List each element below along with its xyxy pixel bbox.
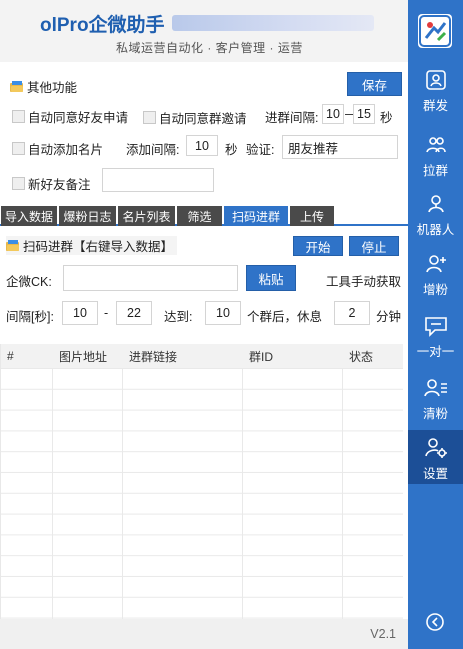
new-friend-note-label: 新好友备注 [28, 178, 91, 192]
auto-accept-friend-checkbox[interactable]: 自动同意好友申请 [12, 107, 128, 126]
sidebar-item-one-on-one[interactable]: 一对一 [408, 308, 463, 368]
sidebar-item-robot[interactable]: 机器人 [408, 186, 463, 246]
col-join-link[interactable]: 进群链接 [123, 344, 243, 368]
blurred-title-area [172, 15, 374, 31]
app-subtitle: 私域运营自动化 · 客户管理 · 运营 [116, 41, 303, 55]
folder-icon [6, 239, 19, 251]
checkbox-box[interactable] [12, 142, 25, 155]
interval-dash: - [104, 306, 109, 320]
sidebar-item-label: 增粉 [422, 283, 448, 297]
rest-unit: 分钟 [376, 310, 402, 324]
rest-input[interactable]: 2 [334, 301, 370, 325]
auto-accept-friend-label: 自动同意好友申请 [28, 111, 129, 125]
join-interval-unit: 秒 [380, 111, 393, 125]
other-features-label: 其他功能 [27, 81, 78, 95]
clean-fans-icon [423, 379, 447, 397]
sidebar-item-settings[interactable]: 设置 [408, 430, 463, 484]
header: olPro企微助手 私域运营自动化 · 客户管理 · 运营 [0, 0, 408, 62]
checkbox-box[interactable] [12, 110, 25, 123]
table-header: # 图片地址 进群链接 群ID 状态 [1, 344, 403, 368]
join-interval-max-input[interactable]: 15 [353, 104, 375, 124]
checkbox-box[interactable] [143, 111, 156, 124]
verify-input[interactable]: 朋友推荐 [282, 135, 398, 159]
sidebar-item-label: 一对一 [416, 345, 455, 359]
add-interval-unit: 秒 [225, 143, 238, 157]
col-status[interactable]: 状态 [343, 344, 403, 368]
reach-label: 达到: [164, 310, 193, 324]
group-send-icon [425, 70, 446, 90]
tab-upload[interactable]: 上传 [290, 206, 334, 226]
sidebar-item-label: 设置 [422, 467, 448, 481]
pull-group-icon [425, 137, 446, 153]
manual-fetch-link[interactable]: 工具手动获取 [326, 271, 401, 290]
stop-button[interactable]: 停止 [349, 236, 399, 256]
tab-import-data[interactable]: 导入数据 [1, 206, 57, 226]
robot-icon [427, 195, 444, 213]
chat-icon [424, 317, 447, 337]
verify-label: 验证: [246, 143, 275, 157]
auto-add-card-label: 自动添加名片 [28, 143, 104, 157]
start-button[interactable]: 开始 [293, 236, 343, 256]
interval-min-input[interactable]: 10 [62, 301, 98, 325]
sidebar-item-group-send[interactable]: 群发 [408, 62, 463, 122]
footer: V2.1 [0, 619, 408, 649]
auto-add-card-checkbox[interactable]: 自动添加名片 [12, 139, 103, 158]
logo-icon [419, 15, 451, 47]
sidebar-item-add-fans[interactable]: 增粉 [408, 246, 463, 306]
auto-accept-group-label: 自动同意群邀请 [159, 112, 247, 126]
main-panel: olPro企微助手 私域运营自动化 · 客户管理 · 运营 其他功能 保存 自动… [0, 0, 408, 649]
version-label: V2.1 [370, 627, 396, 641]
collapse-icon[interactable] [425, 612, 445, 632]
join-interval-label: 进群间隔: [265, 111, 319, 125]
tab-fans-log[interactable]: 爆粉日志 [59, 206, 116, 226]
interval-max-input[interactable]: 22 [116, 301, 152, 325]
add-interval-label: 添加间隔: [126, 143, 180, 157]
tab-filter[interactable]: 筛选 [177, 206, 222, 226]
save-button[interactable]: 保存 [347, 72, 402, 96]
new-friend-note-input[interactable] [102, 168, 214, 192]
table-body[interactable] [1, 368, 403, 619]
tab-card-list[interactable]: 名片列表 [118, 206, 175, 226]
sidebar-item-label: 机器人 [416, 223, 455, 237]
add-interval-input[interactable]: 10 [186, 135, 218, 156]
reach-input[interactable]: 10 [205, 301, 241, 325]
interval-label: 间隔[秒]: [6, 310, 54, 324]
scan-join-title: 扫码进群【右键导入数据】 [6, 236, 178, 255]
sidebar-item-clean-fans[interactable]: 清粉 [408, 370, 463, 430]
sidebar-item-label: 拉群 [422, 164, 448, 178]
sidebar: 群发 拉群 机器人 增粉 一对一 清粉 设置 [408, 0, 463, 649]
ck-label: 企微CK: [6, 275, 52, 289]
tab-scan-join[interactable]: 扫码进群 [224, 206, 288, 226]
settings-icon [424, 438, 447, 458]
sidebar-item-label: 群发 [422, 99, 448, 113]
folder-icon [10, 80, 23, 92]
join-interval-min-input[interactable]: 10 [322, 104, 344, 124]
col-group-id[interactable]: 群ID [243, 344, 343, 368]
paste-button[interactable]: 粘贴 [246, 265, 296, 291]
app-title: olPro企微助手 [40, 15, 165, 36]
col-image-url[interactable]: 图片地址 [53, 344, 123, 368]
tab-bar: 导入数据 爆粉日志 名片列表 筛选 扫码进群 上传 [0, 206, 408, 226]
rest-label: 个群后，休息 [247, 310, 323, 324]
checkbox-box[interactable] [12, 177, 25, 190]
new-friend-note-checkbox[interactable]: 新好友备注 [12, 174, 91, 193]
add-fans-icon [425, 255, 446, 273]
data-table[interactable]: # 图片地址 进群链接 群ID 状态 [0, 344, 403, 619]
auto-accept-group-checkbox[interactable]: 自动同意群邀请 [143, 108, 247, 127]
other-features-title: 其他功能 [10, 77, 77, 96]
ck-input[interactable] [63, 265, 238, 291]
sidebar-item-pull-group[interactable]: 拉群 [408, 127, 463, 187]
col-index[interactable]: # [1, 344, 53, 368]
app-logo [418, 14, 452, 48]
sidebar-item-label: 清粉 [422, 407, 448, 421]
scan-join-label: 扫码进群【右键导入数据】 [23, 240, 174, 254]
